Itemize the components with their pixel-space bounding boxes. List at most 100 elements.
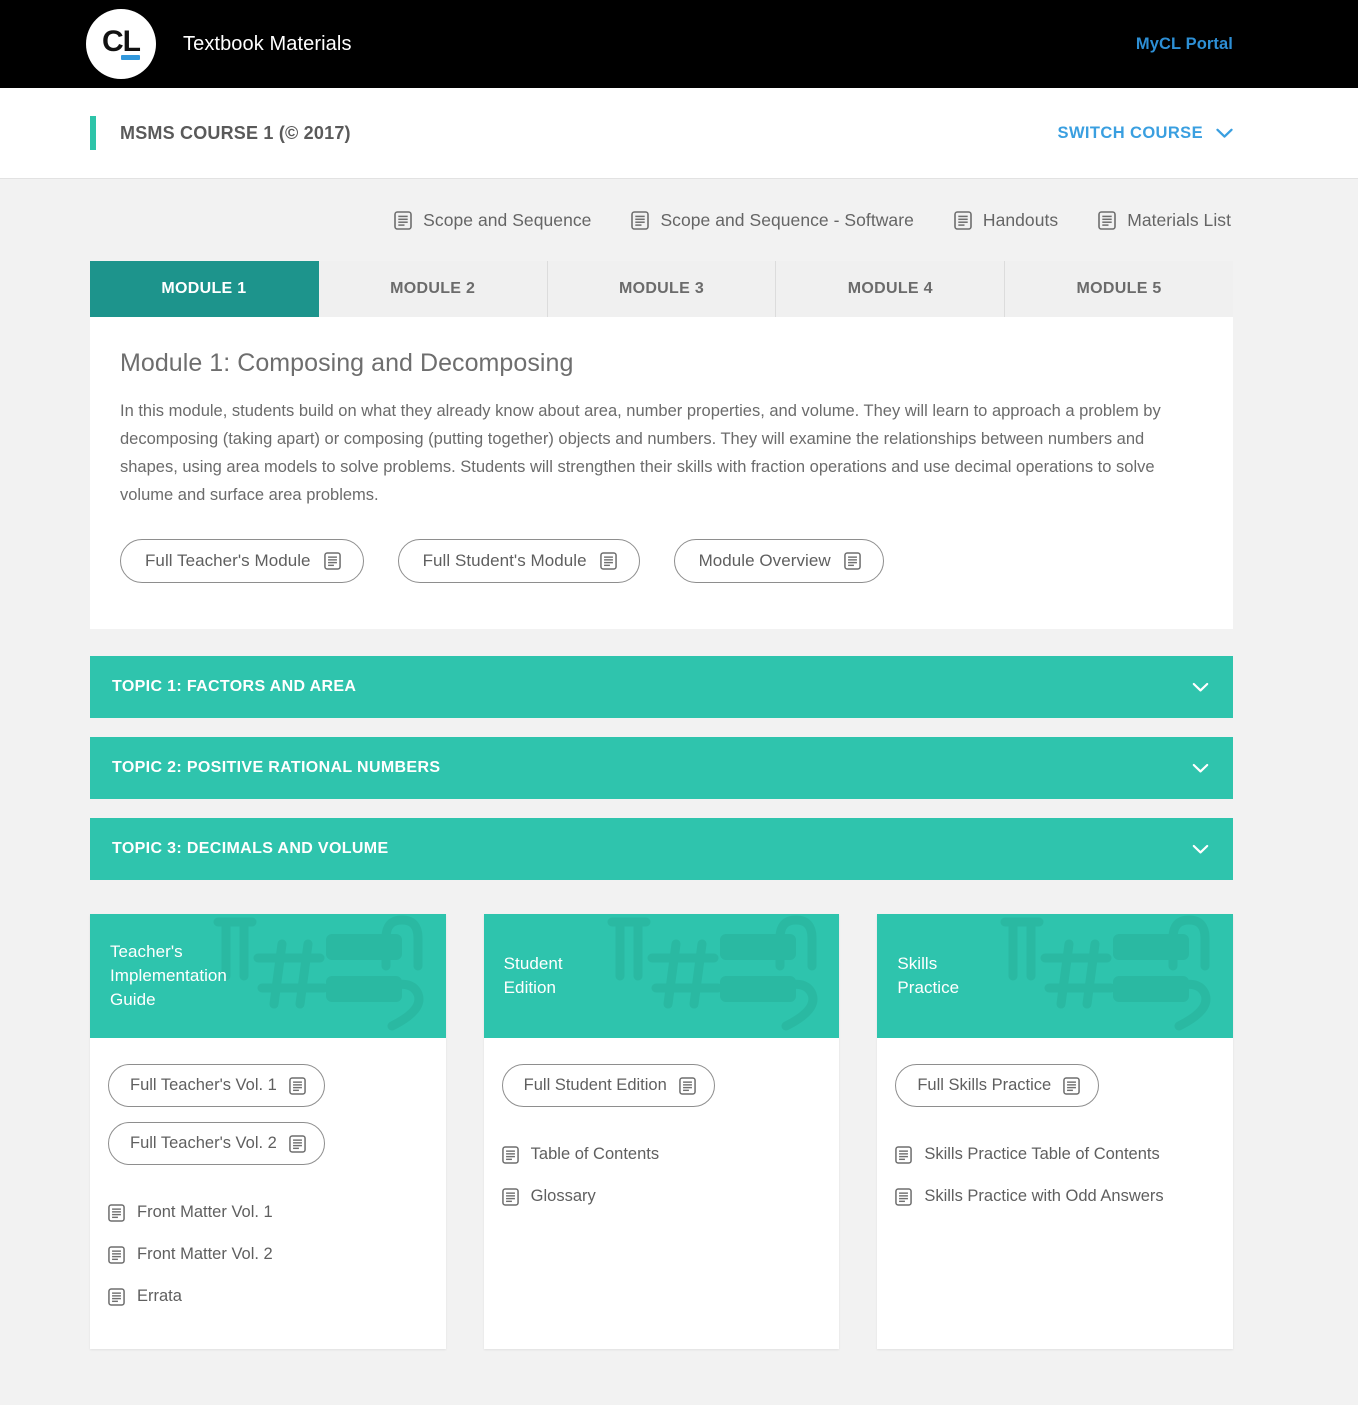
document-icon: [289, 1134, 306, 1153]
button-label: Full Teacher's Vol. 2: [130, 1134, 277, 1152]
document-icon: [501, 1187, 519, 1206]
button-label: Full Student Edition: [523, 1076, 667, 1094]
card-header: Student Edition: [483, 914, 840, 1038]
document-icon: [323, 552, 341, 570]
module-panel: Module 1: Composing and Decomposing In t…: [90, 317, 1233, 629]
document-icon: [501, 1145, 519, 1164]
link-label: Table of Contents: [530, 1145, 660, 1163]
carnegie-learning-logo[interactable]: CL: [86, 9, 156, 79]
link-label: Skills Practice with Odd Answers: [924, 1187, 1164, 1205]
document-icon: [1063, 1076, 1081, 1095]
page-content: Scope and Sequence Scope and Sequence - …: [0, 179, 1358, 1405]
document-icon: [108, 1245, 125, 1264]
chevron-down-icon: [1216, 128, 1233, 139]
card-header: Skills Practice: [877, 914, 1234, 1038]
document-icon: [1098, 210, 1117, 230]
course-title: MSMS COURSE 1 (© 2017): [120, 122, 351, 143]
tab-module-2[interactable]: MODULE 2: [318, 261, 548, 317]
module-overview-button[interactable]: Module Overview: [673, 539, 884, 583]
front-matter-vol-1-link[interactable]: Front Matter Vol. 1: [108, 1203, 428, 1222]
chevron-down-icon: [1192, 682, 1209, 693]
link-label: Skills Practice Table of Contents: [924, 1145, 1160, 1163]
link-label: Glossary: [530, 1187, 596, 1205]
full-student-edition-button[interactable]: Full Student Edition: [501, 1064, 715, 1107]
resource-link-label: Handouts: [982, 209, 1059, 230]
link-label: Front Matter Vol. 1: [137, 1203, 273, 1221]
document-icon: [895, 1145, 913, 1164]
topic-label: TOPIC 3: DECIMALS AND VOLUME: [112, 840, 389, 857]
switch-course-label: SWITCH COURSE: [1057, 123, 1203, 142]
full-teachers-vol-1-button[interactable]: Full Teacher's Vol. 1: [108, 1064, 325, 1107]
resource-link-scope-and-sequence[interactable]: Scope and Sequence: [394, 210, 591, 231]
document-icon: [678, 1076, 696, 1095]
document-icon: [289, 1076, 306, 1095]
card-body: Full Student Edition Table of Contents G…: [484, 1038, 840, 1349]
card-student-edition: Student Edition Full Student Edition Tab…: [483, 914, 840, 1349]
skills-practice-with-odd-answers-link[interactable]: Skills Practice with Odd Answers: [895, 1187, 1215, 1206]
tab-module-3[interactable]: MODULE 3: [547, 261, 777, 317]
tab-module-5[interactable]: MODULE 5: [1005, 261, 1233, 317]
document-icon: [394, 210, 412, 230]
app-title: Textbook Materials: [183, 32, 352, 55]
errata-link[interactable]: Errata: [108, 1287, 428, 1306]
module-buttons-row: Full Teacher's Module Full Student's Mod…: [120, 539, 1199, 583]
full-skills-practice-button[interactable]: Full Skills Practice: [895, 1064, 1100, 1107]
course-accent-bar: [90, 116, 96, 150]
resource-link-materials-list[interactable]: Materials List: [1098, 210, 1231, 231]
document-icon: [843, 552, 861, 570]
link-label: Errata: [137, 1287, 182, 1305]
resource-links-row: Scope and Sequence Scope and Sequence - …: [90, 179, 1233, 261]
resource-link-label: Materials List: [1127, 209, 1231, 230]
topic-label: TOPIC 2: POSITIVE RATIONAL NUMBERS: [112, 759, 441, 776]
topics-accordion: TOPIC 1: FACTORS AND AREA TOPIC 2: POSIT…: [90, 656, 1233, 880]
front-matter-vol-2-link[interactable]: Front Matter Vol. 2: [108, 1245, 428, 1264]
tab-module-1[interactable]: MODULE 1: [90, 261, 319, 317]
full-teachers-module-button[interactable]: Full Teacher's Module: [120, 539, 364, 583]
button-label: Module Overview: [698, 551, 831, 570]
document-icon: [108, 1203, 125, 1222]
chevron-down-icon: [1192, 763, 1209, 774]
topic-3-header[interactable]: TOPIC 3: DECIMALS AND VOLUME: [90, 818, 1233, 880]
document-icon: [599, 552, 617, 570]
chevron-down-icon: [1192, 844, 1209, 855]
button-label: Full Teacher's Module: [145, 551, 311, 570]
button-label: Full Teacher's Vol. 1: [130, 1076, 277, 1094]
card-title: Student Edition: [503, 954, 563, 997]
card-links: Table of Contents Glossary: [501, 1145, 822, 1206]
card-title: Teacher's Implementation Guide: [110, 942, 227, 1009]
mycl-portal-link[interactable]: MyCL Portal: [1136, 35, 1233, 54]
button-label: Full Skills Practice: [917, 1076, 1052, 1094]
course-header-bar: MSMS COURSE 1 (© 2017) SWITCH COURSE: [0, 88, 1358, 179]
skills-practice-table-of-contents-link[interactable]: Skills Practice Table of Contents: [895, 1145, 1215, 1164]
card-links: Skills Practice Table of Contents Skills…: [895, 1145, 1215, 1206]
card-skills-practice: Skills Practice Full Skills Practice Ski…: [877, 914, 1234, 1349]
module-title: Module 1: Composing and Decomposing: [120, 349, 574, 377]
button-label: Full Student's Module: [422, 551, 587, 570]
document-icon: [631, 210, 650, 230]
topic-2-header[interactable]: TOPIC 2: POSITIVE RATIONAL NUMBERS: [90, 737, 1233, 799]
module-tabs: MODULE 1 MODULE 2 MODULE 3 MODULE 4 MODU…: [90, 261, 1233, 317]
resource-link-label: Scope and Sequence - Software: [660, 209, 914, 230]
topic-1-header[interactable]: TOPIC 1: FACTORS AND AREA: [90, 656, 1233, 718]
full-students-module-button[interactable]: Full Student's Module: [397, 539, 640, 583]
document-icon: [954, 210, 972, 230]
full-teachers-vol-2-button[interactable]: Full Teacher's Vol. 2: [108, 1122, 325, 1165]
switch-course-button[interactable]: SWITCH COURSE: [1058, 124, 1233, 143]
card-header: Teacher's Implementation Guide: [90, 914, 446, 1038]
tab-module-4[interactable]: MODULE 4: [776, 261, 1006, 317]
topic-label: TOPIC 1: FACTORS AND AREA: [112, 678, 357, 695]
document-icon: [108, 1287, 125, 1306]
resource-link-handouts[interactable]: Handouts: [954, 210, 1058, 231]
card-teachers-implementation-guide: Teacher's Implementation Guide Full Teac…: [90, 914, 446, 1349]
card-title: Skills Practice: [897, 954, 960, 997]
glossary-link[interactable]: Glossary: [501, 1187, 822, 1206]
logo-text: CL: [102, 25, 141, 58]
resource-link-scope-and-sequence-software[interactable]: Scope and Sequence - Software: [631, 209, 914, 231]
card-links: Front Matter Vol. 1 Front Matter Vol. 2 …: [108, 1203, 428, 1306]
logo-accent-underline: [121, 55, 140, 60]
table-of-contents-link[interactable]: Table of Contents: [501, 1145, 822, 1164]
top-header-bar: CL Textbook Materials MyCL Portal: [0, 0, 1358, 88]
resource-link-label: Scope and Sequence: [423, 209, 592, 230]
link-label: Front Matter Vol. 2: [137, 1245, 273, 1263]
card-body: Full Teacher's Vol. 1 Full Teacher's Vol…: [90, 1038, 446, 1349]
